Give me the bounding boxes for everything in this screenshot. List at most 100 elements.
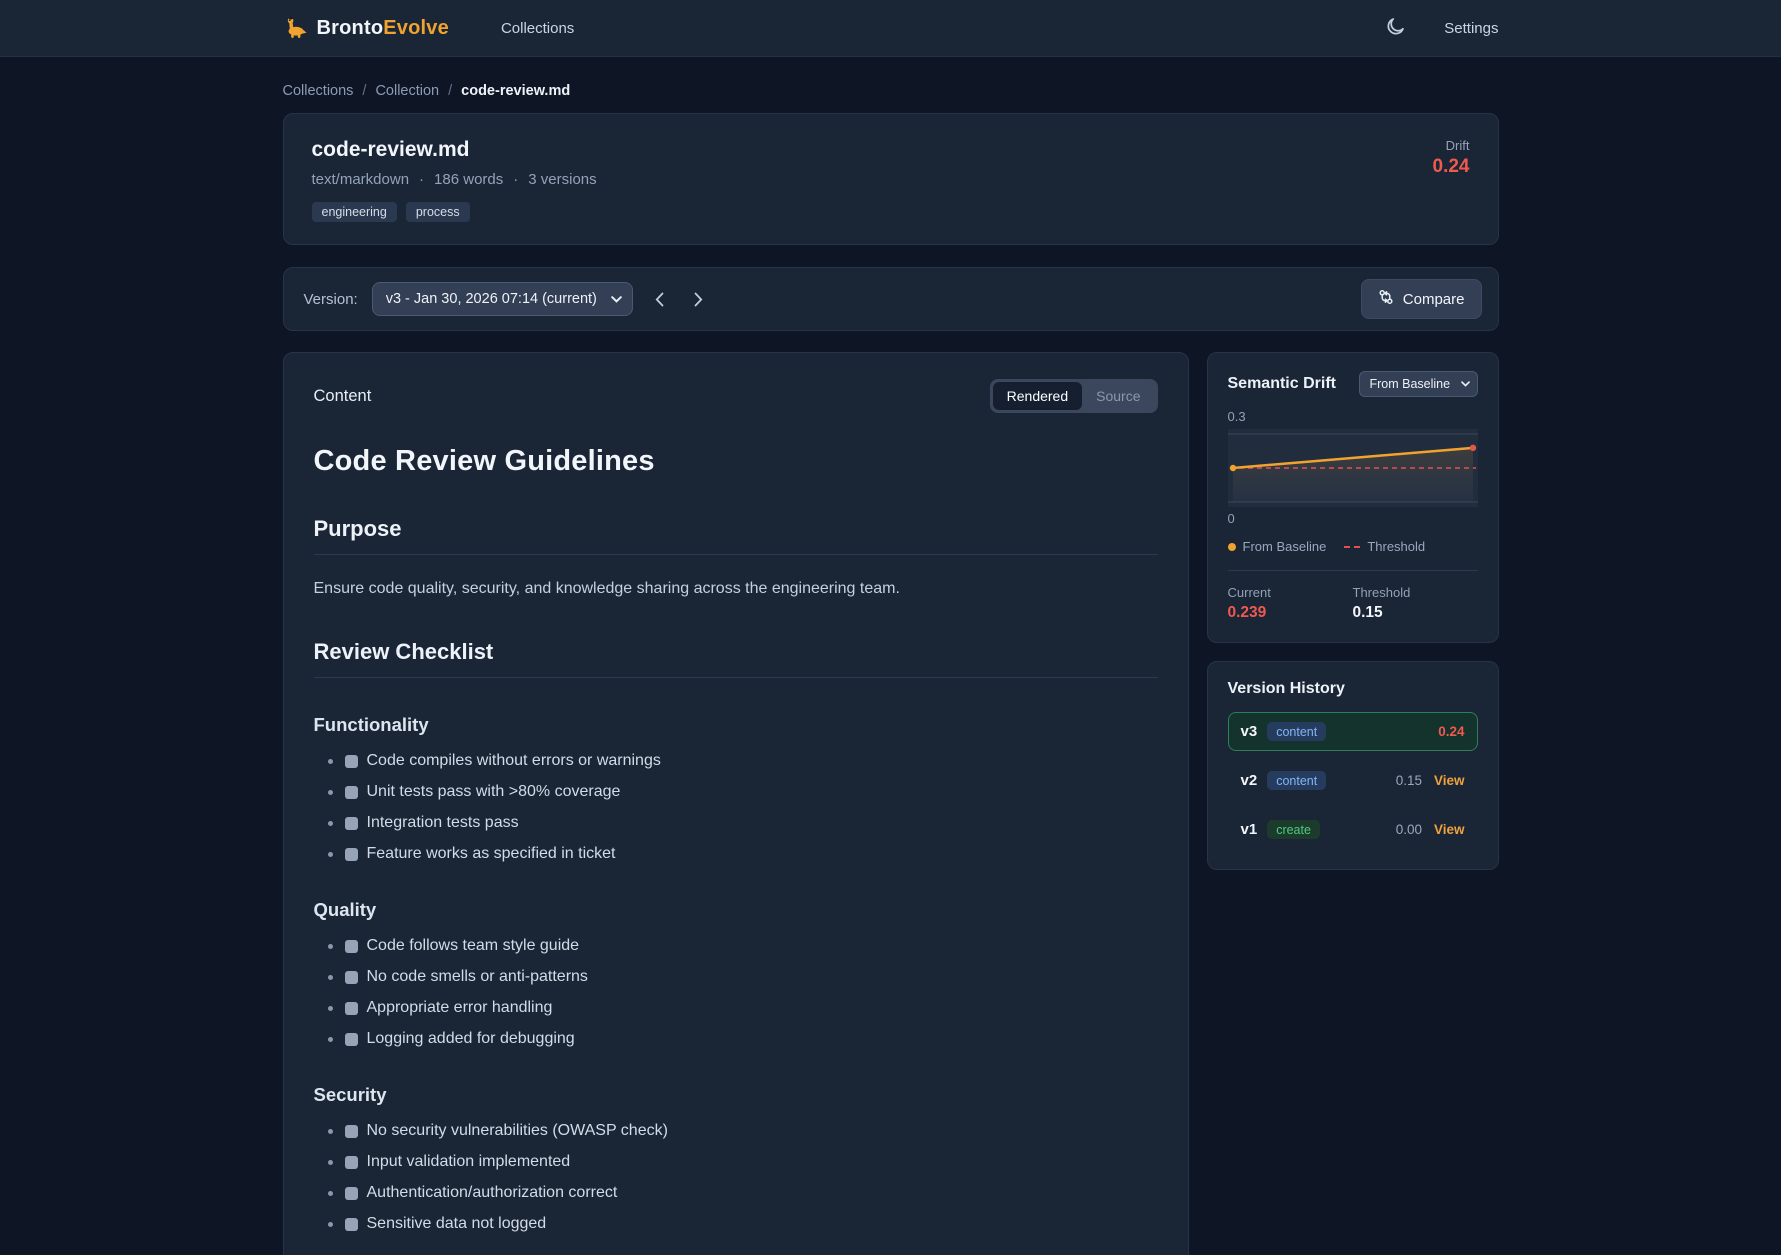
- threshold-stat: Threshold 0.15: [1353, 585, 1478, 622]
- drift-mode-select[interactable]: From Baseline: [1359, 371, 1478, 397]
- row-drift-value: 0.24: [1438, 724, 1464, 739]
- checkbox-unchecked-icon: [345, 786, 358, 799]
- rendered-markdown: Code Review Guidelines Purpose Ensure co…: [314, 445, 1158, 1255]
- checkbox-unchecked-icon: [345, 1156, 358, 1169]
- breadcrumb: Collections / Collection / code-review.m…: [283, 83, 1499, 99]
- version-label: Version:: [304, 291, 358, 308]
- doc-h3-functionality: Functionality: [314, 714, 1158, 736]
- current-drift-value: 0.239: [1228, 604, 1353, 622]
- tag: engineering: [312, 202, 397, 222]
- drift-value: 0.24: [1433, 156, 1470, 178]
- bullet-icon: [328, 852, 333, 857]
- version-row-v2[interactable]: v2 content 0.15 View: [1228, 761, 1478, 800]
- threshold-dash-icon: [1344, 546, 1360, 548]
- document-meta: text/markdown · 186 words · 3 versions: [312, 171, 597, 188]
- checklist-item: Unit tests pass with >80% coverage: [328, 783, 1158, 801]
- theme-toggle-button[interactable]: [1381, 12, 1410, 44]
- bullet-icon: [328, 1129, 333, 1134]
- next-version-button[interactable]: [686, 288, 711, 311]
- row-drift-value: 0.15: [1396, 773, 1422, 788]
- version-select[interactable]: v3 - Jan 30, 2026 07:14 (current): [372, 282, 633, 316]
- doc-h2-review-checklist: Review Checklist: [314, 639, 1158, 678]
- view-toggle: Rendered Source: [990, 379, 1158, 413]
- brand[interactable]: BrontoEvolve: [283, 16, 449, 40]
- breadcrumb-collection[interactable]: Collection: [375, 83, 439, 99]
- current-drift-stat: Current 0.239: [1228, 585, 1353, 622]
- tab-source[interactable]: Source: [1082, 382, 1154, 410]
- version-row-v3[interactable]: v3 content 0.24: [1228, 712, 1478, 751]
- view-version-link[interactable]: View: [1434, 773, 1465, 788]
- checklist-item: Code follows team style guide: [328, 937, 1158, 955]
- checklist-item: No security vulnerabilities (OWASP check…: [328, 1122, 1158, 1140]
- doc-h3-quality: Quality: [314, 899, 1158, 921]
- checkbox-unchecked-icon: [345, 848, 358, 861]
- tag-list: engineering process: [312, 202, 597, 222]
- purpose-paragraph: Ensure code quality, security, and knowl…: [314, 577, 1158, 601]
- bullet-icon: [328, 759, 333, 764]
- checklist-item: Logging added for debugging: [328, 1030, 1158, 1048]
- tab-rendered[interactable]: Rendered: [993, 382, 1083, 410]
- y-axis-min-label: 0: [1228, 511, 1478, 526]
- previous-version-button[interactable]: [647, 288, 672, 311]
- drift-chart: [1228, 429, 1478, 507]
- checklist-item: Integration tests pass: [328, 814, 1158, 832]
- bullet-icon: [328, 821, 333, 826]
- checkbox-unchecked-icon: [345, 971, 358, 984]
- divider: [1228, 570, 1478, 571]
- bullet-icon: [328, 1191, 333, 1196]
- checklist-item: Authentication/authorization correct: [328, 1184, 1158, 1202]
- drift-point-start: [1229, 465, 1235, 471]
- drift-point-end: [1469, 445, 1475, 451]
- bullet-icon: [328, 1160, 333, 1165]
- checklist-security: No security vulnerabilities (OWASP check…: [314, 1122, 1158, 1233]
- nav-collections-link[interactable]: Collections: [501, 20, 574, 37]
- checkbox-unchecked-icon: [345, 1033, 358, 1046]
- moon-icon: [1385, 16, 1406, 40]
- semantic-drift-panel: Semantic Drift From Baseline 0.3: [1207, 352, 1499, 643]
- checkbox-unchecked-icon: [345, 1002, 358, 1015]
- checkbox-unchecked-icon: [345, 1218, 358, 1231]
- view-version-link[interactable]: View: [1434, 822, 1465, 837]
- semantic-drift-title: Semantic Drift: [1228, 375, 1336, 393]
- mime-type: text/markdown: [312, 171, 410, 188]
- change-type-badge: content: [1267, 771, 1326, 790]
- checklist-item: Code compiles without errors or warnings: [328, 752, 1158, 770]
- checklist-item: Feature works as specified in ticket: [328, 845, 1158, 863]
- version-count: 3 versions: [528, 171, 596, 188]
- drift-label: Drift: [1433, 138, 1470, 153]
- checkbox-unchecked-icon: [345, 1187, 358, 1200]
- navbar: BrontoEvolve Collections Settings: [0, 0, 1781, 57]
- doc-h3-security: Security: [314, 1084, 1158, 1106]
- version-history-title: Version History: [1228, 680, 1345, 697]
- compare-button[interactable]: Compare: [1361, 279, 1482, 319]
- brand-name: BrontoEvolve: [317, 17, 449, 40]
- series-dot-icon: [1228, 543, 1236, 551]
- nav-settings-link[interactable]: Settings: [1444, 20, 1498, 37]
- document-header-card: code-review.md text/markdown · 186 words…: [283, 113, 1499, 245]
- checklist-item: No code smells or anti-patterns: [328, 968, 1158, 986]
- checkbox-unchecked-icon: [345, 1125, 358, 1138]
- content-panel-title: Content: [314, 387, 372, 406]
- word-count: 186 words: [434, 171, 503, 188]
- checklist-quality: Code follows team style guide No code sm…: [314, 937, 1158, 1048]
- document-title: code-review.md: [312, 138, 597, 162]
- bullet-icon: [328, 790, 333, 795]
- breadcrumb-current: code-review.md: [461, 83, 570, 99]
- chart-legend: From Baseline Threshold: [1228, 539, 1478, 554]
- threshold-value: 0.15: [1353, 604, 1478, 622]
- doc-h1: Code Review Guidelines: [314, 445, 1158, 478]
- bullet-icon: [328, 1037, 333, 1042]
- git-compare-icon: [1378, 289, 1394, 309]
- breadcrumb-collections[interactable]: Collections: [283, 83, 354, 99]
- breadcrumb-separator: /: [448, 83, 452, 99]
- tag: process: [406, 202, 470, 222]
- checklist-item: Input validation implemented: [328, 1153, 1158, 1171]
- version-row-v1[interactable]: v1 create 0.00 View: [1228, 810, 1478, 849]
- bullet-icon: [328, 1006, 333, 1011]
- version-history-panel: Version History v3 content 0.24 v2 conte…: [1207, 661, 1499, 870]
- drift-chart-area: 0.3: [1228, 409, 1478, 526]
- doc-h2-purpose: Purpose: [314, 516, 1158, 555]
- y-axis-max-label: 0.3: [1228, 409, 1478, 424]
- change-type-badge: create: [1267, 820, 1320, 839]
- drift-summary: Drift 0.24: [1433, 138, 1470, 222]
